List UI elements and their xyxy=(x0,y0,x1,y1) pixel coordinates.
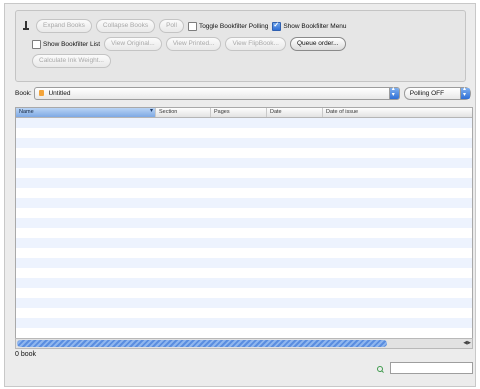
table-row[interactable] xyxy=(16,198,472,208)
calculate-ink-weight-button[interactable]: Calculate Ink Weight... xyxy=(32,54,111,68)
book-label: Book: xyxy=(15,89,32,97)
toggle-polling-checkbox[interactable]: Toggle Bookfilter Polling xyxy=(187,21,269,31)
show-menu-label: Show Bookfilter Menu xyxy=(283,22,347,30)
polling-popup-arrows-icon xyxy=(460,85,470,99)
table-row[interactable] xyxy=(16,178,472,188)
show-list-box[interactable] xyxy=(32,39,41,49)
search-icon xyxy=(377,366,384,373)
book-selector-row: Book: Untitled Polling OFF xyxy=(15,85,471,100)
table-body[interactable] xyxy=(16,118,472,338)
scrollbar-thumb[interactable] xyxy=(17,340,387,347)
search-input[interactable] xyxy=(390,362,473,374)
toolbar-group: Expand Books Collapse Books Poll Toggle … xyxy=(15,10,466,82)
table-row[interactable] xyxy=(16,138,472,148)
show-menu-checkbox[interactable]: Show Bookfilter Menu xyxy=(272,21,347,31)
table-row[interactable] xyxy=(16,298,472,308)
poll-button[interactable]: Poll xyxy=(159,19,184,33)
table-row[interactable] xyxy=(16,268,472,278)
toggle-polling-box[interactable] xyxy=(187,21,197,31)
book-count-status: 0 book xyxy=(15,351,37,358)
table-row[interactable] xyxy=(16,328,472,338)
collapse-books-button[interactable]: Collapse Books xyxy=(95,19,156,33)
column-header-date[interactable]: Date xyxy=(267,108,323,117)
table-row[interactable] xyxy=(16,208,472,218)
table-row[interactable] xyxy=(16,288,472,298)
table-row[interactable] xyxy=(16,218,472,228)
table-row[interactable] xyxy=(16,168,472,178)
pin-icon[interactable] xyxy=(22,20,30,32)
view-original-button[interactable]: View Original... xyxy=(104,37,162,51)
table-row[interactable] xyxy=(16,238,472,248)
table-row[interactable] xyxy=(16,258,472,268)
show-list-label: Show Bookfilter List xyxy=(43,40,101,48)
column-header-section[interactable]: Section xyxy=(156,108,211,117)
view-printed-button[interactable]: View Printed... xyxy=(165,37,222,51)
show-list-checkbox[interactable]: Show Bookfilter List xyxy=(32,39,101,49)
toggle-polling-label: Toggle Bookfilter Polling xyxy=(198,22,269,30)
table-row[interactable] xyxy=(16,308,472,318)
table-row[interactable] xyxy=(16,158,472,168)
book-selected-value: Untitled xyxy=(48,89,71,97)
polling-popup[interactable]: Polling OFF xyxy=(403,85,471,100)
column-header-name[interactable]: Name xyxy=(16,108,156,117)
table-row[interactable] xyxy=(16,278,472,288)
show-menu-box[interactable] xyxy=(272,21,282,31)
bookfilter-window: Expand Books Collapse Books Poll Toggle … xyxy=(4,3,476,387)
column-header-date-of-issue[interactable]: Date of issue xyxy=(323,108,472,117)
book-popup-arrows-icon xyxy=(388,85,399,99)
table-row[interactable] xyxy=(16,188,472,198)
table-row[interactable] xyxy=(16,118,472,128)
books-table[interactable]: Name Section Pages Date Date of issue xyxy=(15,107,473,339)
queue-order-button[interactable]: Queue order... xyxy=(289,37,346,51)
polling-selected-value: Polling OFF xyxy=(409,89,445,97)
table-row[interactable] xyxy=(16,148,472,158)
book-popup[interactable]: Untitled xyxy=(34,85,400,100)
view-flipbook-button[interactable]: View FlipBook... xyxy=(225,37,286,51)
table-row[interactable] xyxy=(16,228,472,238)
table-row[interactable] xyxy=(16,128,472,138)
column-header-pages[interactable]: Pages xyxy=(211,108,267,117)
table-header: Name Section Pages Date Date of issue xyxy=(16,108,472,118)
table-row[interactable] xyxy=(16,248,472,258)
book-color-swatch xyxy=(39,90,45,96)
expand-books-button[interactable]: Expand Books xyxy=(36,19,92,33)
horizontal-scrollbar[interactable]: ◀▶ xyxy=(15,338,473,349)
scroll-arrows-icon[interactable]: ◀▶ xyxy=(463,339,471,348)
table-row[interactable] xyxy=(16,318,472,328)
